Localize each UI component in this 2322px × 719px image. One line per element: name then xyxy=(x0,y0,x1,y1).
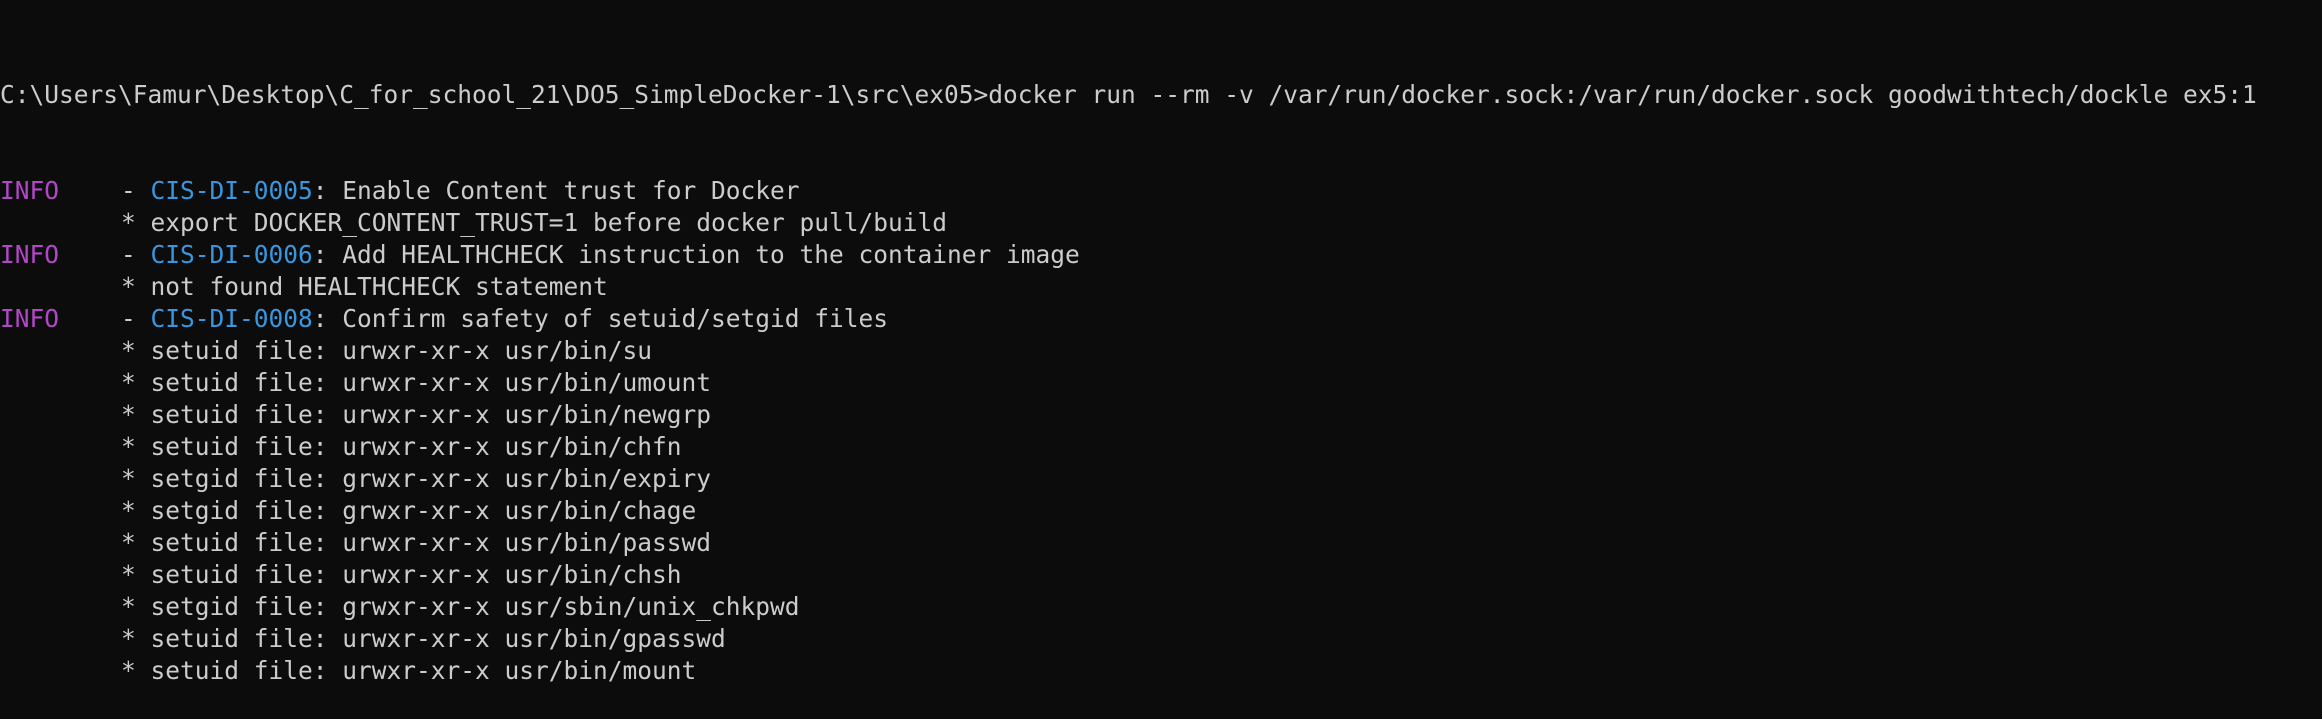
detail-text: * setuid file: urwxr-xr-x usr/bin/mount xyxy=(121,656,697,685)
finding-detail: * export DOCKER_CONTENT_TRUST=1 before d… xyxy=(0,207,2322,239)
finding-detail: * setuid file: urwxr-xr-x usr/bin/gpassw… xyxy=(0,623,2322,655)
cis-code: CIS-DI-0006 xyxy=(150,240,313,269)
command-text: docker run --rm -v /var/run/docker.sock:… xyxy=(988,80,2257,109)
finding-title: : Add HEALTHCHECK instruction to the con… xyxy=(312,240,1080,269)
detail-text: * setuid file: urwxr-xr-x usr/bin/su xyxy=(121,336,653,365)
detail-text: * setuid file: urwxr-xr-x usr/bin/chsh xyxy=(121,560,682,589)
detail-text: * setgid file: grwxr-xr-x usr/sbin/unix_… xyxy=(121,592,800,621)
finding-dash: - xyxy=(121,176,151,205)
finding-detail: * setgid file: grwxr-xr-x usr/sbin/unix_… xyxy=(0,591,2322,623)
command-line: C:\Users\Famur\Desktop\C_for_school_21\D… xyxy=(0,79,2322,111)
finding-detail: * setuid file: urwxr-xr-x usr/bin/newgrp xyxy=(0,399,2322,431)
detail-text: * setuid file: urwxr-xr-x usr/bin/gpassw… xyxy=(121,624,726,653)
prompt-path: C:\Users\Famur\Desktop\C_for_school_21\D… xyxy=(0,80,989,109)
finding-header: INFO - CIS-DI-0006: Add HEALTHCHECK instr… xyxy=(0,239,2322,271)
finding-dash: - xyxy=(121,304,151,333)
finding-detail: * setuid file: urwxr-xr-x usr/bin/passwd xyxy=(0,527,2322,559)
log-level-label: INFO xyxy=(0,304,60,333)
cis-code: CIS-DI-0008 xyxy=(150,304,313,333)
finding-detail: * setuid file: urwxr-xr-x usr/bin/su xyxy=(0,335,2322,367)
cis-code: CIS-DI-0005 xyxy=(150,176,313,205)
finding-detail: * setuid file: urwxr-xr-x usr/bin/umount xyxy=(0,367,2322,399)
detail-text: * setuid file: urwxr-xr-x usr/bin/umount xyxy=(121,368,712,397)
finding-detail: * setuid file: urwxr-xr-x usr/bin/mount xyxy=(0,655,2322,687)
finding-title: : Confirm safety of setuid/setgid files xyxy=(312,304,889,333)
finding-title: : Enable Content trust for Docker xyxy=(312,176,800,205)
terminal-window[interactable]: C:\Users\Famur\Desktop\C_for_school_21\D… xyxy=(0,0,2322,685)
detail-text: * setuid file: urwxr-xr-x usr/bin/passwd xyxy=(121,528,712,557)
detail-text: * setgid file: grwxr-xr-x usr/bin/chage xyxy=(121,496,697,525)
detail-text: * setuid file: urwxr-xr-x usr/bin/newgrp xyxy=(121,400,712,429)
finding-dash: - xyxy=(121,240,151,269)
finding-detail: * setgid file: grwxr-xr-x usr/bin/chage xyxy=(0,495,2322,527)
detail-text: * setgid file: grwxr-xr-x usr/bin/expiry xyxy=(121,464,712,493)
detail-text: * not found HEALTHCHECK statement xyxy=(121,272,608,301)
finding-detail: * not found HEALTHCHECK statement xyxy=(0,271,2322,303)
finding-header: INFO - CIS-DI-0005: Enable Content trust … xyxy=(0,175,2322,207)
finding-detail: * setuid file: urwxr-xr-x usr/bin/chsh xyxy=(0,559,2322,591)
finding-detail: * setuid file: urwxr-xr-x usr/bin/chfn xyxy=(0,431,2322,463)
log-level-label: INFO xyxy=(0,240,60,269)
finding-detail: * setgid file: grwxr-xr-x usr/bin/expiry xyxy=(0,463,2322,495)
detail-text: * setuid file: urwxr-xr-x usr/bin/chfn xyxy=(121,432,682,461)
finding-header: INFO - CIS-DI-0008: Confirm safety of set… xyxy=(0,303,2322,335)
detail-text: * export DOCKER_CONTENT_TRUST=1 before d… xyxy=(121,208,948,237)
findings-output: INFO - CIS-DI-0005: Enable Content trust … xyxy=(0,175,2322,687)
log-level-label: INFO xyxy=(0,176,60,205)
